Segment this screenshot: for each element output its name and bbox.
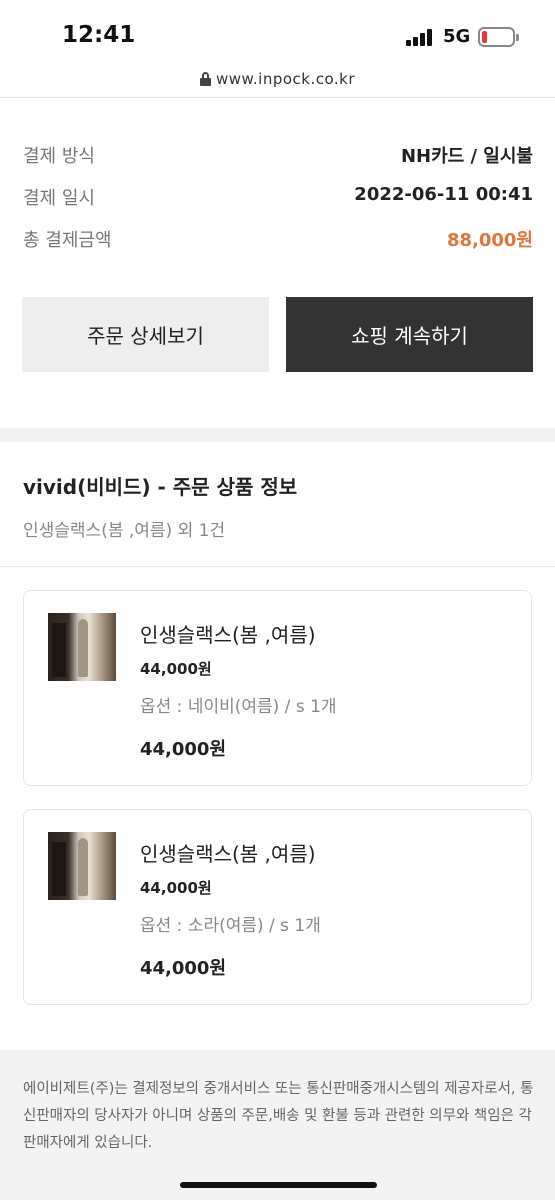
order-section-title: vivid(비비드) - 주문 상품 정보: [23, 475, 298, 499]
product-total: 44,000원: [140, 739, 227, 760]
clock: 12:41: [62, 22, 136, 48]
product-option: 옵션 : 네이비(여름) / s 1개: [140, 697, 337, 717]
order-item-card[interactable]: 인생슬랙스(봄 ,여름) 44,000원 옵션 : 소라(여름) / s 1개 …: [23, 809, 532, 1005]
order-item-card[interactable]: 인생슬랙스(봄 ,여름) 44,000원 옵션 : 네이비(여름) / s 1개…: [23, 590, 532, 786]
product-option: 옵션 : 소라(여름) / s 1개: [140, 916, 321, 936]
continue-shopping-button[interactable]: 쇼핑 계속하기: [286, 297, 533, 372]
section-line: [0, 566, 555, 567]
payment-method-label: 결제 방식: [23, 146, 95, 167]
payment-date-label: 결제 일시: [23, 188, 95, 209]
lock-icon: [199, 72, 211, 86]
product-name: 인생슬랙스(봄 ,여름): [140, 623, 316, 647]
product-thumbnail[interactable]: [48, 613, 116, 681]
payment-method-row: 결제 방식 NH카드 / 일시불: [23, 142, 533, 172]
status-bar: 12:41 5G: [0, 0, 555, 70]
payment-total-row: 총 결제금액 88,000원: [23, 226, 533, 256]
payment-total-value: 88,000원: [446, 230, 533, 251]
url-bar[interactable]: www.inpock.co.kr: [0, 64, 555, 98]
product-name: 인생슬랙스(봄 ,여름): [140, 842, 316, 866]
order-section-subtitle: 인생슬랙스(봄 ,여름) 외 1건: [23, 521, 226, 541]
product-total: 44,000원: [140, 958, 227, 979]
footer-notice-text: 에이비제트(주)는 결제정보의 중개서비스 또는 통신판매중개시스템의 제공자로…: [23, 1081, 534, 1151]
section-divider: [0, 428, 555, 442]
network-type: 5G: [443, 26, 471, 47]
product-price: 44,000원: [140, 660, 212, 678]
battery-icon: [478, 27, 519, 47]
payment-method-value: NH카드 / 일시불: [400, 146, 533, 167]
url-text: www.inpock.co.kr: [215, 70, 356, 88]
footer-notice: 에이비제트(주)는 결제정보의 중개서비스 또는 통신판매중개시스템의 제공자로…: [0, 1050, 555, 1200]
product-thumbnail[interactable]: [48, 832, 116, 900]
order-detail-button[interactable]: 주문 상세보기: [22, 297, 269, 372]
signal-icon: [406, 28, 436, 46]
payment-date-value: 2022-06-11 00:41: [354, 184, 533, 205]
product-price: 44,000원: [140, 879, 212, 897]
payment-date-row: 결제 일시 2022-06-11 00:41: [23, 184, 533, 214]
home-indicator[interactable]: [180, 1182, 377, 1188]
payment-total-label: 총 결제금액: [23, 230, 112, 251]
